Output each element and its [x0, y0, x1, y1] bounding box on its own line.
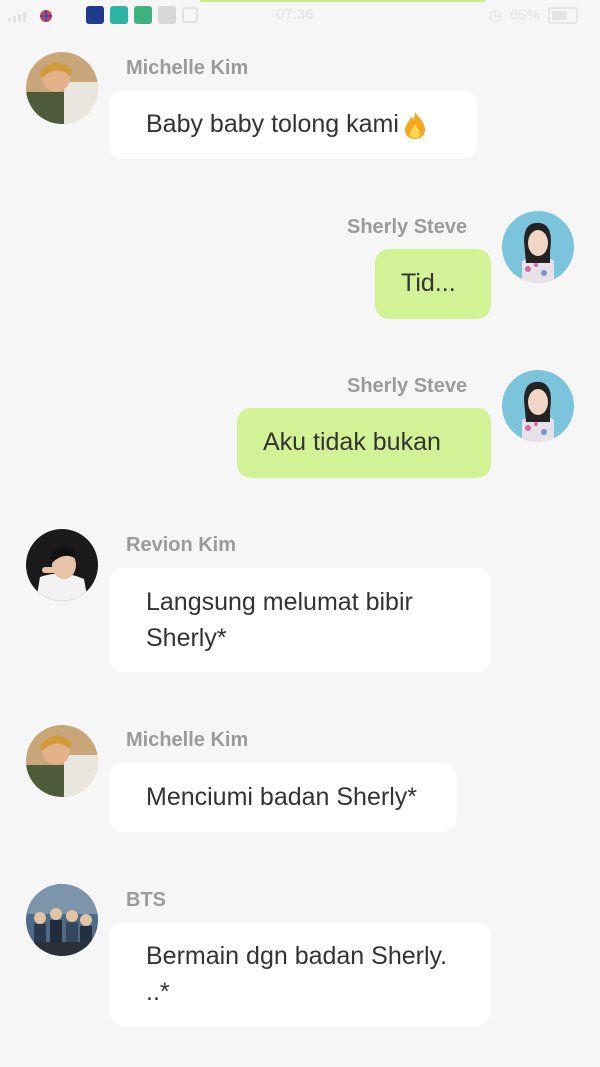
michelle-avatar[interactable]: [26, 52, 98, 124]
message-text: Aku tidak bukan: [263, 428, 441, 456]
app-notification-icon: [86, 6, 104, 24]
alarm-icon: ◷: [488, 7, 502, 24]
top-accent-line: [200, 0, 485, 2]
bts-avatar[interactable]: [26, 884, 98, 956]
app2-notification-icon: [134, 6, 152, 24]
fire-emoji: [404, 112, 425, 140]
sender-name: Sherly Steve: [347, 216, 468, 238]
sender-name: Sherly Steve: [347, 375, 468, 397]
message-bubble[interactable]: Langsung melumat bibir Sherly*: [109, 568, 491, 672]
message-bubble[interactable]: Bermain dgn badan Sherly. ..*: [109, 922, 491, 1026]
status-bar: 07:36 ◷ 65%: [0, 0, 600, 30]
app3-notification-icon: [158, 6, 176, 24]
message-text: Bermain dgn badan Sherly. ..*: [146, 942, 448, 1006]
sender-name: Michelle Kim: [126, 729, 249, 751]
instagram-icon: [182, 7, 198, 23]
message-bubble[interactable]: Tid...: [375, 249, 491, 319]
message-bubble[interactable]: Aku tidak bukan: [237, 408, 491, 478]
carrier-logo-icon: [40, 10, 52, 22]
message-text: Baby baby tolong kami: [146, 110, 399, 138]
battery-percent: 65%: [509, 6, 540, 24]
michelle-avatar[interactable]: [26, 725, 98, 797]
message-text: Langsung melumat bibir Sherly*: [146, 588, 413, 652]
message-text: Tid...: [401, 269, 456, 297]
sender-name: BTS: [126, 889, 166, 911]
sender-name: Michelle Kim: [126, 57, 249, 79]
battery-icon: [548, 6, 578, 24]
message-bubble[interactable]: Menciumi badan Sherly*: [109, 763, 457, 832]
sherly-avatar[interactable]: [502, 211, 574, 283]
status-time: 07:36: [276, 6, 314, 23]
sherly-avatar[interactable]: [502, 370, 574, 442]
revion-avatar[interactable]: [26, 529, 98, 601]
message-text: Menciumi badan Sherly*: [146, 783, 417, 811]
message-bubble[interactable]: Baby baby tolong kami: [109, 90, 477, 159]
chat-notification-icon: [110, 6, 128, 24]
signal-icon: [8, 12, 26, 22]
sender-name: Revion Kim: [126, 534, 237, 556]
